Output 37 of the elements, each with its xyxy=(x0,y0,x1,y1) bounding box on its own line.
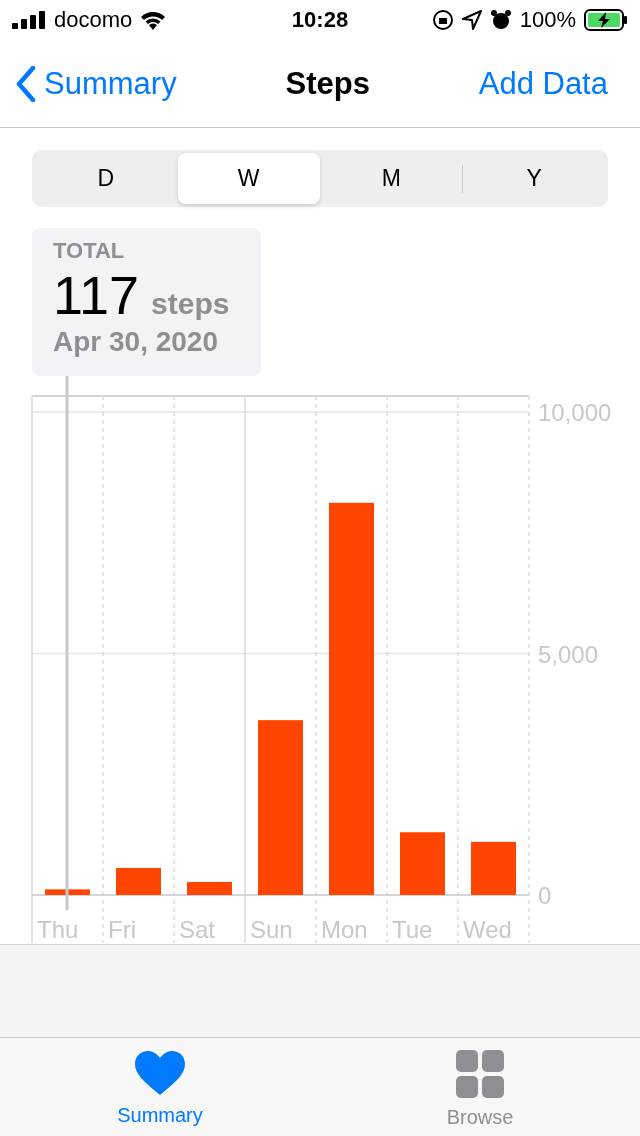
chevron-left-icon xyxy=(16,65,36,102)
total-value: 117 xyxy=(53,264,140,326)
add-data-button[interactable]: Add Data xyxy=(478,65,608,102)
step-bar[interactable] xyxy=(45,889,90,895)
day-label: Fri xyxy=(108,916,136,943)
heart-icon xyxy=(134,1050,186,1096)
alarm-clock-icon xyxy=(489,9,512,31)
back-button[interactable]: Summary xyxy=(16,65,177,102)
date-label: Apr 30, 2020 xyxy=(53,326,219,358)
clock-time: 10:28 xyxy=(291,7,349,33)
rotation-lock-icon xyxy=(431,9,454,31)
signal-icon xyxy=(12,11,46,29)
grid-icon xyxy=(456,1050,504,1098)
period-segment[interactable]: M xyxy=(320,153,463,204)
axis-tick-label: 10,000 xyxy=(538,399,612,426)
period-segment[interactable]: D xyxy=(35,153,177,204)
step-bar[interactable] xyxy=(116,867,161,895)
battery-percentage: 100% xyxy=(519,7,576,33)
period-segment[interactable]: Y xyxy=(463,153,605,204)
unit-label: steps xyxy=(151,287,230,321)
battery-charging-icon xyxy=(584,9,628,31)
axis-tick-label: 0 xyxy=(538,882,552,909)
day-label: Mon xyxy=(321,916,368,943)
screen-title: Steps xyxy=(285,65,370,102)
day-label: Sat xyxy=(179,916,216,943)
day-label: Sun xyxy=(250,916,293,943)
wifi-icon xyxy=(140,10,167,30)
day-label: Tue xyxy=(392,916,433,943)
period-segment[interactable]: W xyxy=(177,153,320,204)
step-bar[interactable] xyxy=(187,881,232,895)
tab-bar-item[interactable]: Summary xyxy=(0,1038,320,1136)
day-label: Wed xyxy=(463,916,512,943)
axis-tick-label: 5,000 xyxy=(538,640,599,668)
location-arrow-icon xyxy=(461,10,482,30)
total-label: TOTAL xyxy=(53,238,126,264)
carrier-name: docomo xyxy=(54,7,133,33)
day-label: Thu xyxy=(37,916,79,943)
